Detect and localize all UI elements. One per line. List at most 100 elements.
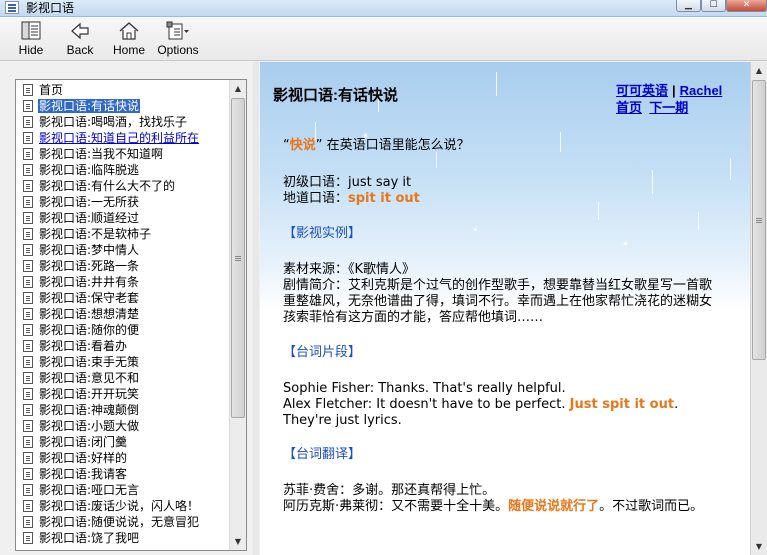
tree-item-label: 影视口语:闭门羹 (39, 435, 128, 449)
tree-item[interactable]: 影视口语:井井有条 (16, 274, 230, 290)
page-icon (23, 148, 33, 160)
scroll-down-arrow-icon[interactable]: ▼ (751, 538, 767, 555)
tree-item[interactable]: 影视口语:闭门羹 (16, 434, 230, 450)
scroll-up-arrow-icon[interactable]: ▲ (230, 80, 246, 97)
home-button[interactable]: Home (110, 21, 148, 59)
tree-item[interactable]: 影视口语:随你的便 (16, 322, 230, 338)
app-icon (5, 1, 19, 14)
tree-item[interactable]: 影视口语:开开玩笑 (16, 386, 230, 402)
page-icon (23, 260, 33, 272)
contents-tree[interactable]: 首页 影视口语:有话快说 影视口语:喝喝酒，找找乐子 影视口语:知道自己的利益所在 影视… (15, 79, 247, 551)
tree-item[interactable]: 影视口语:束手无策 (16, 354, 230, 370)
translation-line-1: 苏菲·费舍：多谢。那还真帮得上忙。 (283, 483, 496, 498)
options-button[interactable]: Options (155, 21, 201, 59)
tree-item[interactable]: 影视口语:有话快说 (16, 98, 230, 114)
question-keyword: 快说 (289, 138, 316, 153)
tree-item[interactable]: 影视口语:废话少说，闪人咯！ (16, 498, 230, 514)
tree-item[interactable]: 影视口语:我请客 (16, 466, 230, 482)
home-link[interactable]: 首页 (616, 100, 642, 115)
tree-item-label: 影视口语:束手无策 (39, 355, 140, 369)
tree-item-label: 影视口语:喝喝酒，找找乐子 (39, 115, 188, 129)
tree-scrollbar[interactable]: ▲ ▼ (229, 80, 246, 550)
tree-item[interactable]: 影视口语:看着办 (16, 338, 230, 354)
tree-item[interactable]: 影视口语:保守老套 (16, 290, 230, 306)
tree-item[interactable]: 影视口语:一无所获 (16, 194, 230, 210)
minimize-button[interactable]: ▁ (676, 0, 701, 12)
advanced-expression: 地道口语：spit it out (283, 191, 420, 207)
pane-splitter[interactable] (253, 62, 259, 555)
page-icon (23, 484, 33, 496)
tree-scroll-thumb[interactable] (231, 98, 245, 418)
tree-item[interactable]: 影视口语:饶了我吧 (16, 530, 230, 546)
close-button[interactable]: ✕ (726, 0, 767, 12)
link-separator: | (672, 83, 676, 98)
page-icon (23, 196, 33, 208)
tree-item[interactable]: 影视口语:好样的 (16, 450, 230, 466)
tree-list: 首页 影视口语:有话快说 影视口语:喝喝酒，找找乐子 影视口语:知道自己的利益所在 影视… (16, 82, 230, 546)
content-scrollbar[interactable]: ▲ ▼ (750, 62, 767, 555)
rain-decoration (698, 212, 699, 230)
page-icon (23, 308, 33, 320)
hide-button[interactable]: Hide (14, 21, 48, 59)
next-issue-link[interactable]: 下一期 (649, 100, 688, 115)
page-icon (23, 404, 33, 416)
section-dialogue-heading: 【台词片段】 (283, 345, 362, 360)
page-icon (23, 276, 33, 288)
content-scroll-thumb[interactable] (752, 80, 766, 360)
scroll-up-arrow-icon[interactable]: ▲ (751, 62, 767, 79)
translation-2-after: 。不过歌词而已。 (599, 499, 704, 514)
scroll-down-arrow-icon[interactable]: ▼ (230, 533, 246, 550)
tree-item[interactable]: 影视口语:知道自己的利益所在 (16, 130, 230, 146)
tree-item-label: 影视口语:看着办 (39, 339, 128, 353)
tree-item[interactable]: 影视口语:喝喝酒，找找乐子 (16, 114, 230, 130)
tree-item-label: 影视口语:一无所获 (39, 195, 140, 209)
hide-label: Hide (18, 43, 44, 57)
back-button[interactable]: Back (62, 21, 98, 59)
tree-item-label: 影视口语:保守老套 (39, 291, 140, 305)
tree-item[interactable]: 影视口语:不是软柿子 (16, 226, 230, 242)
tree-item[interactable]: 影视口语:临阵脱逃 (16, 162, 230, 178)
tree-item-label: 影视口语:井井有条 (39, 275, 140, 289)
toolbar: Hide Back Home Options (0, 17, 767, 61)
page-icon (23, 500, 33, 512)
page-icon (23, 420, 33, 432)
tree-item[interactable]: 影视口语:顺道经过 (16, 210, 230, 226)
title-bar: 影视口语 ▁ ☐ ✕ (0, 0, 767, 17)
tree-item-label: 影视口语:意见不和 (39, 371, 140, 385)
tree-item[interactable]: 影视口语:想想清楚 (16, 306, 230, 322)
tree-item[interactable]: 首页 (16, 82, 230, 98)
back-label: Back (66, 43, 94, 57)
tree-item[interactable]: 影视口语:神魂颠倒 (16, 402, 230, 418)
tree-item[interactable]: 影视口语:意见不和 (16, 370, 230, 386)
tree-item-label: 影视口语:小题大做 (39, 419, 140, 433)
page-icon (23, 132, 33, 144)
tree-item-label: 影视口语:随你的便 (39, 323, 140, 337)
author-link[interactable]: Rachel (680, 83, 723, 98)
home-icon (119, 22, 139, 40)
page-icon (23, 244, 33, 256)
page-icon (23, 356, 33, 368)
page-icon (23, 116, 33, 128)
tree-item-label: 影视口语:想想清楚 (39, 307, 140, 321)
tree-item-label: 首页 (39, 83, 64, 97)
tree-item-label: 影视口语:饶了我吧 (39, 531, 140, 545)
hide-icon (21, 21, 41, 40)
page-icon (23, 452, 33, 464)
tree-item[interactable]: 影视口语:当我不知道啊 (16, 146, 230, 162)
page-icon (23, 228, 33, 240)
maximize-button[interactable]: ☐ (701, 0, 726, 12)
tree-item[interactable]: 影视口语:有什么大不了的 (16, 178, 230, 194)
tree-item[interactable]: 影视口语:小题大做 (16, 418, 230, 434)
page-icon (23, 468, 33, 480)
tree-item[interactable]: 影视口语:梦中情人 (16, 242, 230, 258)
tree-item[interactable]: 影视口语:死路一条 (16, 258, 230, 274)
tree-item[interactable]: 影视口语:哑口无言 (16, 482, 230, 498)
page-icon (23, 532, 33, 544)
tree-item[interactable]: 影视口语:随便说说，无意冒犯 (16, 514, 230, 530)
dialogue-2-before: Alex Fletcher: It doesn't have to be per… (283, 397, 570, 412)
site-link[interactable]: 可可英语 (616, 83, 668, 98)
tree-item-label: 影视口语:神魂颠倒 (39, 403, 140, 417)
tree-item-label: 影视口语:顺道经过 (39, 211, 140, 225)
page-icon (23, 388, 33, 400)
tree-item-label: 影视口语:不是软柿子 (39, 227, 152, 241)
